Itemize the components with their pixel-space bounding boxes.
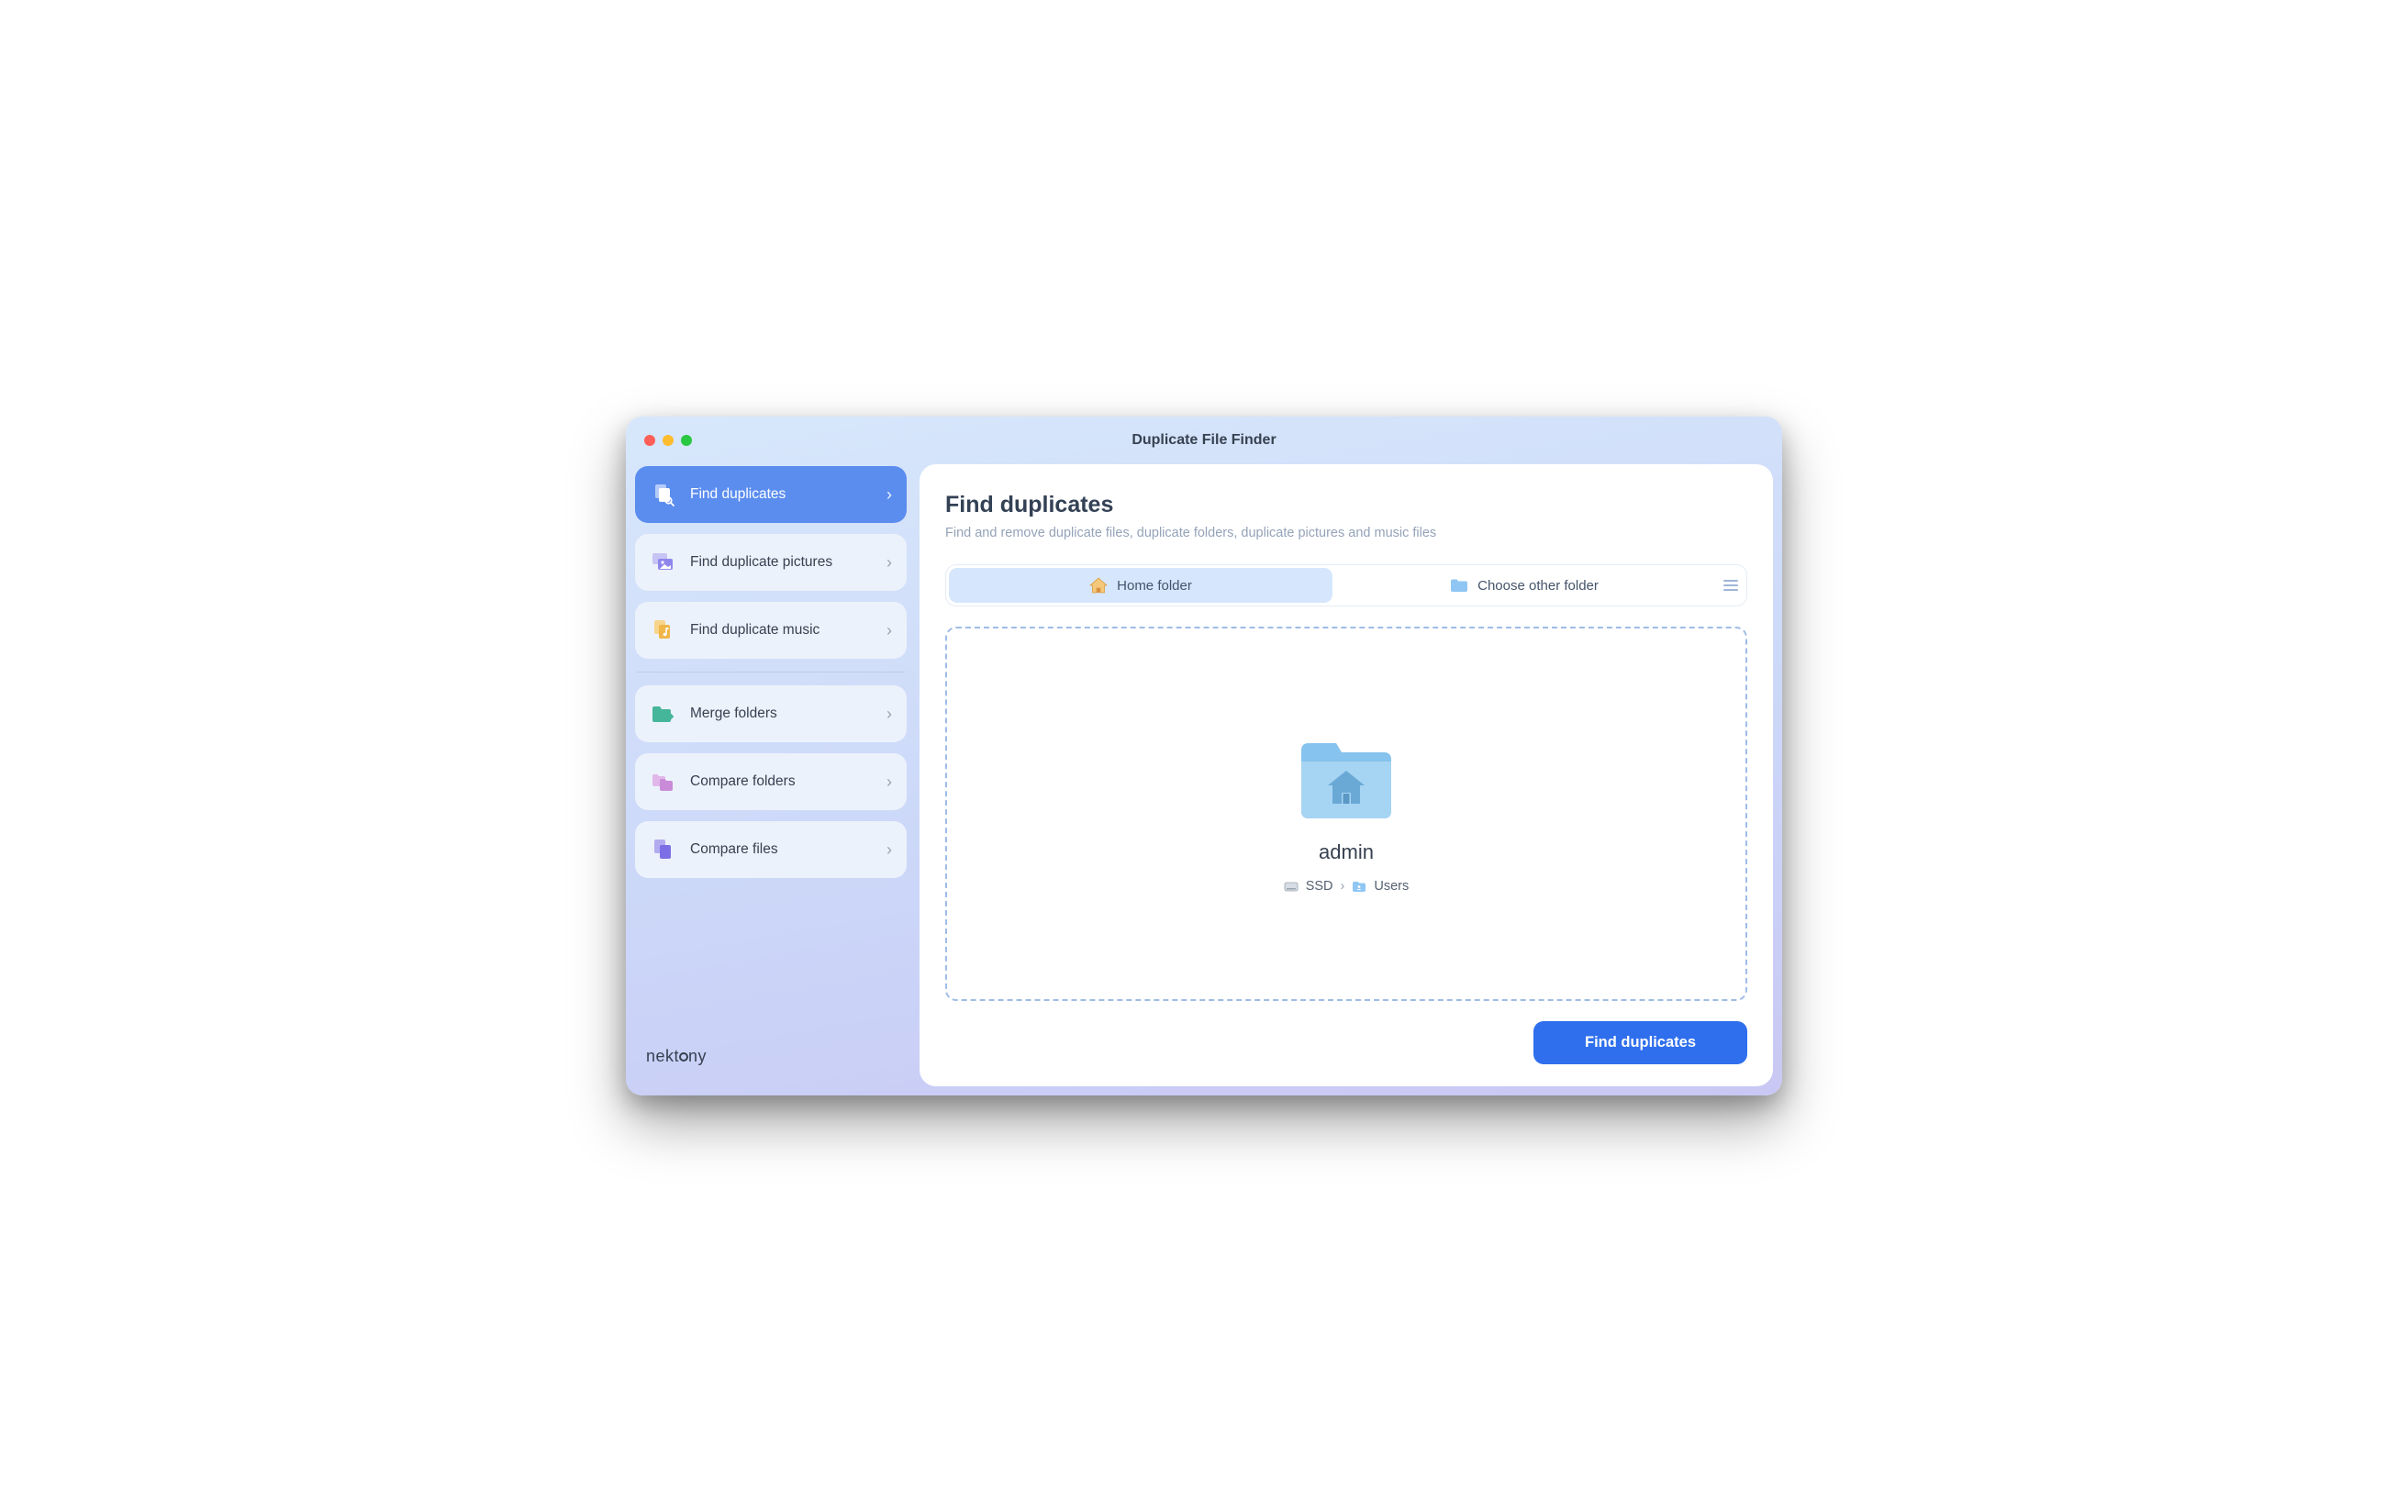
folder-source-tabs: Home folder Choose other folder bbox=[945, 564, 1747, 606]
home-icon bbox=[1089, 577, 1108, 594]
brand-logo: nektny bbox=[635, 1047, 907, 1086]
folder-icon bbox=[1450, 577, 1468, 594]
sidebar-divider bbox=[637, 672, 905, 673]
page-subtitle: Find and remove duplicate files, duplica… bbox=[945, 526, 1747, 540]
tab-label: Home folder bbox=[1117, 578, 1192, 594]
selected-folder-icon bbox=[1296, 734, 1397, 826]
title-bar: Duplicate File Finder bbox=[626, 417, 1782, 464]
compare-folders-icon bbox=[650, 772, 677, 792]
selected-folder-name: admin bbox=[1319, 840, 1374, 864]
find-duplicates-button[interactable]: Find duplicates bbox=[1533, 1021, 1747, 1064]
music-files-icon bbox=[650, 618, 677, 642]
sidebar-item-label: Merge folders bbox=[690, 706, 886, 722]
sidebar-item-label: Find duplicates bbox=[690, 486, 886, 503]
sidebar-item-merge-folders[interactable]: Merge folders › bbox=[635, 685, 907, 742]
sidebar-item-label: Compare files bbox=[690, 841, 886, 858]
chevron-right-icon: › bbox=[886, 773, 892, 792]
sidebar-item-label: Find duplicate music bbox=[690, 622, 886, 639]
action-bar: Find duplicates bbox=[945, 1021, 1747, 1064]
chevron-right-icon: › bbox=[886, 485, 892, 505]
chevron-right-icon: › bbox=[886, 840, 892, 860]
chevron-right-icon: › bbox=[1341, 879, 1345, 894]
sidebar-item-find-duplicates[interactable]: Find duplicates › bbox=[635, 466, 907, 523]
sidebar-item-compare-folders[interactable]: Compare folders › bbox=[635, 753, 907, 810]
tab-home-folder[interactable]: Home folder bbox=[949, 568, 1332, 603]
chevron-right-icon: › bbox=[886, 553, 892, 573]
pictures-icon bbox=[650, 551, 677, 573]
files-search-icon bbox=[650, 483, 677, 506]
disk-icon bbox=[1284, 880, 1299, 893]
sidebar-item-label: Compare folders bbox=[690, 773, 886, 790]
users-folder-icon bbox=[1352, 880, 1366, 893]
chevron-right-icon: › bbox=[886, 621, 892, 640]
sidebar: Find duplicates › Find duplicate picture… bbox=[635, 464, 907, 1086]
breadcrumb: SSD › Users bbox=[1284, 879, 1410, 894]
sidebar-item-label: Find duplicate pictures bbox=[690, 554, 886, 571]
window-title: Duplicate File Finder bbox=[626, 432, 1782, 449]
merge-folders-icon bbox=[650, 704, 677, 724]
breadcrumb-segment: Users bbox=[1374, 879, 1409, 894]
list-view-icon[interactable] bbox=[1723, 580, 1738, 591]
sidebar-item-compare-files[interactable]: Compare files › bbox=[635, 821, 907, 878]
app-window: Duplicate File Finder Find duplicates › bbox=[626, 417, 1782, 1095]
sidebar-item-find-duplicate-music[interactable]: Find duplicate music › bbox=[635, 602, 907, 659]
compare-files-icon bbox=[650, 838, 677, 862]
tab-choose-other-folder[interactable]: Choose other folder bbox=[1332, 568, 1716, 603]
sidebar-item-find-duplicate-pictures[interactable]: Find duplicate pictures › bbox=[635, 534, 907, 591]
folder-dropzone[interactable]: admin SSD › bbox=[945, 627, 1747, 1001]
tab-label: Choose other folder bbox=[1477, 578, 1599, 594]
breadcrumb-segment: SSD bbox=[1306, 879, 1333, 894]
main-panel: Find duplicates Find and remove duplicat… bbox=[920, 464, 1773, 1086]
app-body: Find duplicates › Find duplicate picture… bbox=[626, 464, 1782, 1095]
chevron-right-icon: › bbox=[886, 705, 892, 724]
page-title: Find duplicates bbox=[945, 492, 1747, 518]
